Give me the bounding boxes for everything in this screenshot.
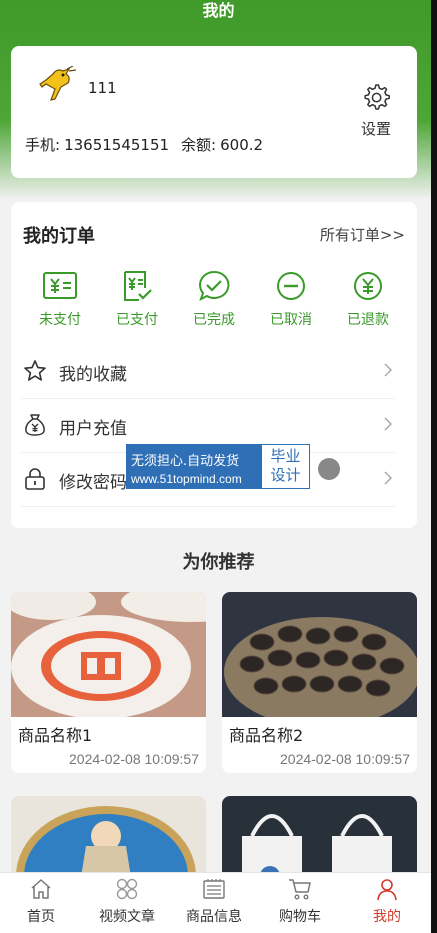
floating-dot[interactable] — [318, 458, 340, 480]
window-edge — [431, 0, 437, 933]
orders-title: 我的订单 — [23, 226, 95, 247]
cart-icon — [289, 879, 311, 900]
watermark-text: 无须担心.自动发货 — [131, 454, 240, 469]
status-label: 已取消 — [270, 312, 312, 328]
status-label: 未支付 — [39, 312, 81, 328]
product-image — [222, 592, 417, 717]
menu-item-favorites[interactable]: 我的收藏 — [21, 345, 395, 399]
cancel-circle-icon — [277, 272, 305, 300]
product-name: 商品名称1 — [18, 726, 93, 745]
lock-icon — [25, 468, 45, 490]
nav-item-products[interactable]: 商品信息 — [173, 877, 255, 926]
menu-label: 用户充值 — [59, 419, 127, 439]
nav-item-videos[interactable]: 视频文章 — [86, 877, 168, 926]
settings-label: 设置 — [360, 120, 391, 138]
status-label: 已退款 — [347, 312, 389, 328]
phone-value: 13651545151 — [64, 136, 170, 154]
menu-label: 修改密码 — [59, 473, 127, 493]
order-status-row: 未支付 已支付 已完成 已取消 已退款 — [11, 270, 417, 335]
nav-label: 首页 — [27, 909, 55, 925]
bottom-nav: 首页 视频文章 商品信息 购物车 我的 — [0, 872, 431, 933]
nav-item-home[interactable]: 首页 — [0, 877, 82, 926]
chevron-right-icon — [384, 471, 393, 485]
grid-icon — [116, 878, 138, 900]
chevron-right-icon — [384, 363, 393, 377]
nav-label: 商品信息 — [186, 909, 242, 925]
user-icon — [377, 879, 397, 901]
balance-label: 余额: — [181, 136, 217, 154]
balance-value: 600.2 — [220, 136, 264, 154]
watermark-side-line1: 毕业 — [270, 447, 301, 465]
menu-label: 我的收藏 — [59, 365, 127, 385]
username: 111 — [88, 79, 117, 97]
avatar[interactable] — [33, 66, 83, 106]
watermark-banner: 无须担心.自动发货 www.51topmind.com 毕业 设计 — [126, 444, 310, 489]
news-icon — [203, 879, 225, 899]
nav-label: 视频文章 — [99, 909, 155, 925]
order-status-refunded[interactable]: 已退款 — [338, 270, 398, 329]
money-bag-icon — [25, 414, 45, 436]
all-orders-link[interactable]: 所有订单>> — [320, 224, 405, 245]
product-time: 2024-02-08 10:09:57 — [69, 751, 199, 767]
account-info: 手机: 13651545151 余额: 600.2 — [25, 134, 267, 155]
profile-card: 111 设置 手机: 13651545151 余额: 600.2 — [11, 46, 417, 178]
product-name: 商品名称2 — [229, 726, 304, 745]
order-status-completed[interactable]: 已完成 — [184, 270, 244, 329]
home-icon — [31, 879, 51, 899]
product-card[interactable]: 商品名称1 2024-02-08 10:09:57 — [11, 592, 206, 773]
product-card[interactable]: 商品名称2 2024-02-08 10:09:57 — [222, 592, 417, 773]
order-status-unpaid[interactable]: 未支付 — [30, 270, 90, 329]
product-time: 2024-02-08 10:09:57 — [280, 751, 410, 767]
status-label: 已完成 — [193, 312, 235, 328]
recommend-title: 为你推荐 — [182, 552, 255, 573]
yen-circle-icon — [354, 272, 382, 300]
order-status-paid[interactable]: 已支付 — [107, 270, 167, 329]
product-image — [11, 592, 206, 717]
nav-item-me[interactable]: 我的 — [346, 877, 428, 926]
nav-label: 购物车 — [279, 909, 321, 925]
order-status-cancelled[interactable]: 已取消 — [261, 270, 321, 329]
page-title: 我的 — [202, 1, 235, 20]
phone-label: 手机: — [25, 136, 61, 154]
unpaid-bill-icon — [43, 272, 77, 299]
status-label: 已支付 — [116, 312, 158, 328]
watermark-url: www.51topmind.com — [131, 472, 242, 486]
settings-button[interactable]: 设置 — [356, 82, 396, 139]
chevron-right-icon — [384, 417, 393, 431]
nav-item-cart[interactable]: 购物车 — [259, 877, 341, 926]
watermark-side: 毕业 设计 — [262, 445, 309, 488]
star-icon — [24, 360, 46, 381]
watermark-side-line2: 设计 — [270, 466, 301, 484]
chat-check-icon — [199, 270, 230, 301]
paid-bill-icon — [124, 271, 152, 301]
gear-icon — [364, 84, 390, 110]
nav-label: 我的 — [373, 909, 401, 925]
